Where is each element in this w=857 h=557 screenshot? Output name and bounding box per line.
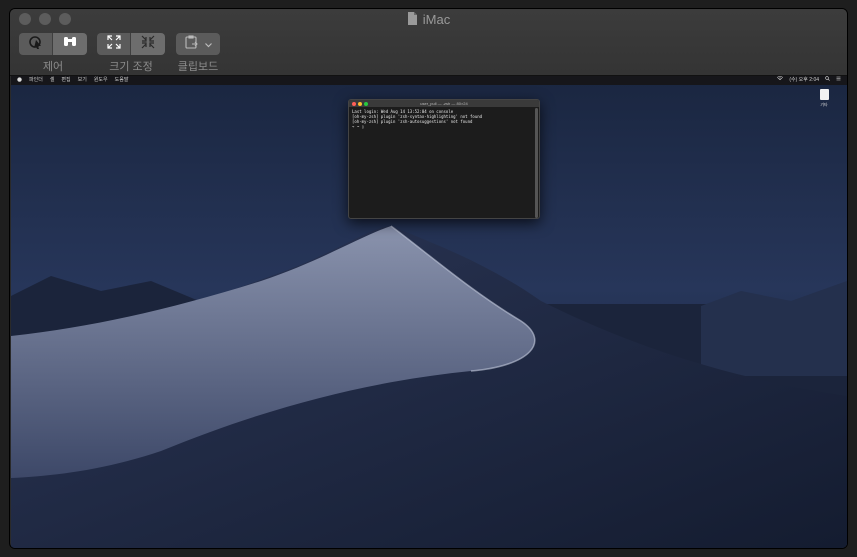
menubar-status-area: (수) 오후 2:04 <box>771 76 841 85</box>
chevron-down-icon <box>205 35 212 53</box>
clipboard-control <box>176 33 220 55</box>
remote-screen[interactable]: 파인더 셀 편집 보기 윈도우 도움말 (수) 오후 2:04 기타 user_… <box>11 76 847 548</box>
terminal-output[interactable]: Last login: Wed Aug 14 13:52:04 on conso… <box>349 107 539 131</box>
terminal-titlebar: user_pull — -zsh — 80×24 <box>349 100 539 107</box>
terminal-zoom-button[interactable] <box>364 102 368 106</box>
menu-item-3[interactable]: 보기 <box>78 76 87 85</box>
resize-segmented <box>97 33 165 55</box>
terminal-minimize-button[interactable] <box>358 102 362 106</box>
terminal-prompt: → ~ ▯ <box>352 124 365 129</box>
window-title: iMac <box>10 11 847 30</box>
clock-text[interactable]: (수) 오후 2:04 <box>789 76 819 85</box>
menu-item-5[interactable]: 도움말 <box>115 76 129 85</box>
clipboard-icon <box>184 34 202 54</box>
fit-screen-button[interactable] <box>97 33 131 55</box>
binoculars-icon <box>62 35 78 54</box>
shrink-icon <box>140 35 156 54</box>
expand-icon <box>106 34 122 54</box>
pointer-touch-icon <box>28 35 44 54</box>
screen-sharing-window: iMac 제어 크기 조정 클립보드 파인더 셀 편집 보기 윈도우 도움말 (… <box>9 8 848 549</box>
titlebar: iMac 제어 크기 조정 클립보드 <box>10 9 847 76</box>
terminal-scrollbar[interactable] <box>535 108 538 218</box>
control-segmented <box>19 33 87 55</box>
file-icon <box>819 89 829 100</box>
terminal-window[interactable]: user_pull — -zsh — 80×24 Last login: Wed… <box>348 99 540 219</box>
menu-item-0[interactable]: 파인더 <box>29 76 43 85</box>
menu-item-1[interactable]: 셀 <box>50 76 55 85</box>
remote-menubar: 파인더 셀 편집 보기 윈도우 도움말 (수) 오후 2:04 <box>11 76 847 85</box>
wifi-icon[interactable] <box>777 76 784 85</box>
menu-item-4[interactable]: 윈도우 <box>94 76 108 85</box>
control-mode-button[interactable] <box>19 33 53 55</box>
notification-center-icon[interactable] <box>836 76 841 85</box>
resize-label: 크기 조정 <box>109 61 153 73</box>
terminal-close-button[interactable] <box>352 102 356 106</box>
observe-mode-button[interactable] <box>53 33 87 55</box>
document-icon <box>407 11 417 30</box>
terminal-title: user_pull — -zsh — 80×24 <box>420 101 468 106</box>
apple-menu-icon[interactable] <box>17 76 22 86</box>
menu-item-2[interactable]: 편집 <box>61 76 70 85</box>
clipboard-label: 클립보드 <box>177 61 219 73</box>
actual-size-button[interactable] <box>131 33 165 55</box>
clipboard-button[interactable] <box>176 33 220 55</box>
desktop-file-icon[interactable]: 기타 <box>817 89 831 108</box>
spotlight-icon[interactable] <box>825 76 830 85</box>
control-label: 제어 <box>42 61 64 73</box>
